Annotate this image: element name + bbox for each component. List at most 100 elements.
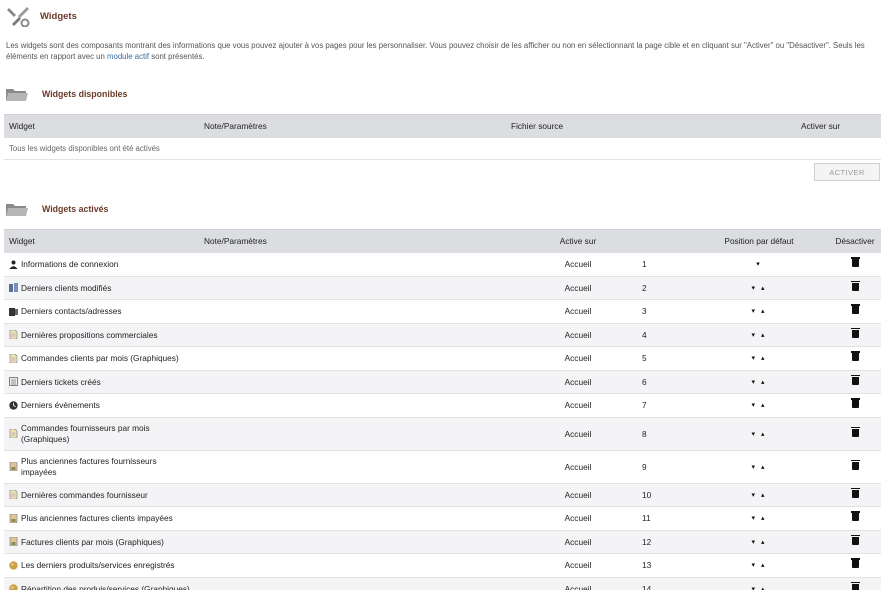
table-row: Plus anciennes factures fournisseurs imp…	[4, 450, 881, 484]
widget-note-cell	[199, 393, 519, 418]
move-arrows[interactable]: ▾ ▴	[689, 553, 829, 578]
widget-note-cell	[199, 276, 519, 300]
column-widget: Widget	[4, 114, 199, 138]
widget-name-cell: Derniers clients modifiés	[4, 276, 199, 300]
move-arrows[interactable]: ▾ ▴	[689, 370, 829, 394]
column-active-on: Active sur	[519, 229, 637, 253]
deactivate-cell	[829, 323, 881, 347]
move-arrows[interactable]: ▾ ▴	[689, 299, 829, 324]
widget-name: Les derniers produits/services enregistr…	[21, 560, 175, 571]
column-widget: Widget	[4, 229, 199, 253]
company-icon	[9, 283, 18, 293]
widget-name-cell: Derniers évènements	[4, 393, 199, 418]
trash-icon[interactable]	[850, 398, 860, 409]
trash-icon[interactable]	[850, 351, 860, 362]
widget-name: Commandes clients par mois (Graphiques)	[21, 353, 179, 364]
widget-note-cell	[199, 417, 519, 451]
trash-icon[interactable]	[850, 487, 860, 498]
widget-name-cell: Informations de connexion	[4, 252, 199, 277]
position-number-cell: 1	[637, 252, 689, 277]
deactivate-cell	[829, 553, 881, 578]
deactivate-cell	[829, 299, 881, 324]
move-arrows[interactable]: ▾ ▴	[689, 577, 829, 590]
move-arrows[interactable]: ▾ ▴	[689, 530, 829, 554]
event-icon	[9, 401, 18, 410]
widget-name: Plus anciennes factures fournisseurs imp…	[21, 455, 157, 477]
column-position-number	[637, 229, 689, 253]
position-number-cell: 5	[637, 346, 689, 371]
widget-note-cell	[199, 323, 519, 347]
table-header-row: Widget Note/Paramètres Active sur Positi…	[4, 229, 881, 253]
trash-icon[interactable]	[850, 304, 860, 315]
trash-icon[interactable]	[850, 558, 860, 569]
column-note: Note/Paramètres	[199, 114, 506, 138]
user-icon	[9, 260, 18, 269]
activate-button[interactable]: ACTIVER	[814, 163, 880, 181]
widget-name-cell: Plus anciennes factures clients impayées	[4, 506, 199, 531]
widget-name: Répartition des produis/services (Graphi…	[21, 583, 190, 590]
move-arrows[interactable]: ▾ ▴	[689, 417, 829, 451]
trash-icon[interactable]	[850, 280, 860, 291]
move-arrows[interactable]: ▾ ▴	[689, 276, 829, 300]
table-row: Répartition des produis/services (Graphi…	[4, 577, 881, 590]
empty-row: Tous les widgets disponibles ont été act…	[4, 137, 881, 160]
position-number-cell: 3	[637, 299, 689, 324]
move-arrows[interactable]: ▾ ▴	[689, 450, 829, 484]
tools-icon	[7, 7, 30, 27]
widget-name: Dernières commandes fournisseur	[21, 489, 148, 500]
deactivate-cell	[829, 483, 881, 507]
activated-widgets-title: Widgets activés	[42, 204, 109, 214]
column-default-position: Position par défaut	[689, 229, 829, 253]
position-number-cell: 11	[637, 506, 689, 531]
move-arrows[interactable]: ▾ ▴	[689, 483, 829, 507]
product-icon	[9, 584, 18, 590]
document-icon	[9, 489, 18, 500]
trash-icon[interactable]	[850, 534, 860, 545]
active-on-cell: Accueil	[519, 577, 637, 590]
trash-icon[interactable]	[850, 327, 860, 338]
trash-icon[interactable]	[850, 426, 860, 437]
position-number-cell: 14	[637, 577, 689, 590]
available-widgets-table: Widget Note/Paramètres Fichier source Ac…	[4, 114, 881, 160]
trash-icon[interactable]	[850, 257, 860, 267]
widget-note-cell	[199, 450, 519, 484]
widget-name: Factures clients par mois (Graphiques)	[21, 536, 164, 547]
active-on-cell: Accueil	[519, 299, 637, 324]
intro-text: Les widgets sont des composants montrant…	[6, 40, 878, 62]
table-row: Derniers contacts/adresses Accueil 3 ▾ ▴	[4, 299, 881, 324]
move-arrows[interactable]: ▾ ▴	[689, 393, 829, 418]
active-on-cell: Accueil	[519, 323, 637, 347]
widget-note-cell	[199, 299, 519, 324]
trash-icon[interactable]	[850, 511, 860, 522]
table-row: Derniers tickets créés Accueil 6 ▾ ▴	[4, 370, 881, 394]
trash-icon[interactable]	[850, 374, 860, 385]
position-number-cell: 4	[637, 323, 689, 347]
widget-name-cell: Factures clients par mois (Graphiques)	[4, 530, 199, 554]
active-on-cell: Accueil	[519, 506, 637, 531]
intro-text-part2: sont présentés.	[149, 52, 205, 61]
widget-name-cell: Répartition des produis/services (Graphi…	[4, 577, 199, 590]
widget-name-cell: Dernières commandes fournisseur	[4, 483, 199, 507]
move-arrows[interactable]: ▾	[689, 252, 829, 277]
deactivate-cell	[829, 506, 881, 531]
table-row: Commandes clients par mois (Graphiques) A…	[4, 346, 881, 371]
trash-icon[interactable]	[850, 581, 860, 590]
active-module-link[interactable]: module actif	[107, 52, 149, 61]
document-icon	[9, 329, 18, 340]
available-widgets-title: Widgets disponibles	[42, 89, 128, 99]
document-icon	[9, 353, 18, 364]
activated-widgets-heading: Widgets activés	[6, 201, 108, 217]
move-arrows[interactable]: ▾ ▴	[689, 323, 829, 347]
move-arrows[interactable]: ▾ ▴	[689, 506, 829, 531]
trash-icon[interactable]	[850, 459, 860, 470]
ticket-icon	[9, 377, 18, 387]
widget-note-cell	[199, 506, 519, 531]
product-icon	[9, 561, 18, 570]
position-number-cell: 2	[637, 276, 689, 300]
widget-note-cell	[199, 577, 519, 590]
folder-icon	[6, 88, 28, 101]
widget-name-cell: Commandes fournisseurs par mois (Graphiq…	[4, 417, 199, 451]
widget-name: Plus anciennes factures clients impayées	[21, 513, 173, 524]
move-arrows[interactable]: ▾ ▴	[689, 346, 829, 371]
widget-name-cell: Commandes clients par mois (Graphiques)	[4, 346, 199, 371]
